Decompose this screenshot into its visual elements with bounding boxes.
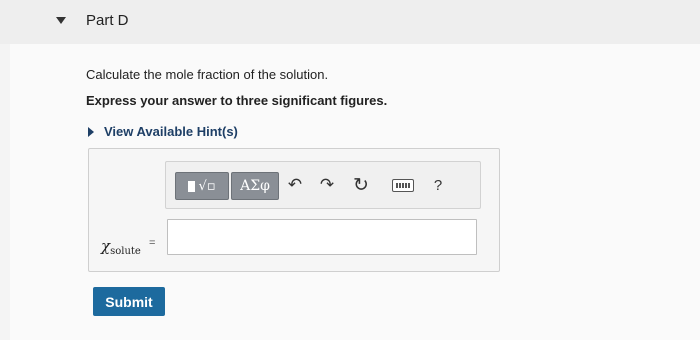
- redo-icon[interactable]: ↷: [315, 175, 339, 195]
- answer-instruction: Express your answer to three significant…: [86, 93, 388, 108]
- variable-symbol: χ: [101, 237, 111, 255]
- expand-caret-icon: [88, 126, 94, 137]
- variable-subscript: solute: [110, 246, 141, 257]
- keyboard-icon[interactable]: [392, 179, 414, 192]
- help-button[interactable]: ?: [430, 174, 446, 196]
- submit-button[interactable]: Submit: [93, 287, 165, 316]
- answer-panel: √▫ ΑΣφ ↶ ↷ ↻ ? χsolute =: [88, 148, 500, 272]
- part-header: Part D: [0, 0, 700, 44]
- view-hints-link[interactable]: View Available Hint(s): [88, 124, 238, 139]
- part-title: Part D: [86, 12, 129, 29]
- question-prompt: Calculate the mole fraction of the solut…: [86, 67, 329, 82]
- greek-symbols-button[interactable]: ΑΣφ: [231, 172, 279, 200]
- templates-button[interactable]: √▫: [175, 172, 229, 200]
- equals-sign: =: [149, 237, 156, 249]
- math-toolbar: √▫ ΑΣφ ↶ ↷ ↻ ?: [165, 161, 481, 209]
- template-block-icon: [188, 180, 196, 192]
- keyboard-keys: [396, 183, 410, 188]
- collapse-caret-icon[interactable]: [56, 17, 66, 24]
- undo-icon[interactable]: ↶: [283, 175, 307, 195]
- answer-input[interactable]: [167, 219, 477, 255]
- view-hints-label: View Available Hint(s): [104, 124, 238, 139]
- sqrt-template-icon: √▫: [198, 178, 216, 194]
- answer-variable-label: χsolute: [101, 237, 141, 257]
- reset-icon[interactable]: ↻: [349, 175, 373, 196]
